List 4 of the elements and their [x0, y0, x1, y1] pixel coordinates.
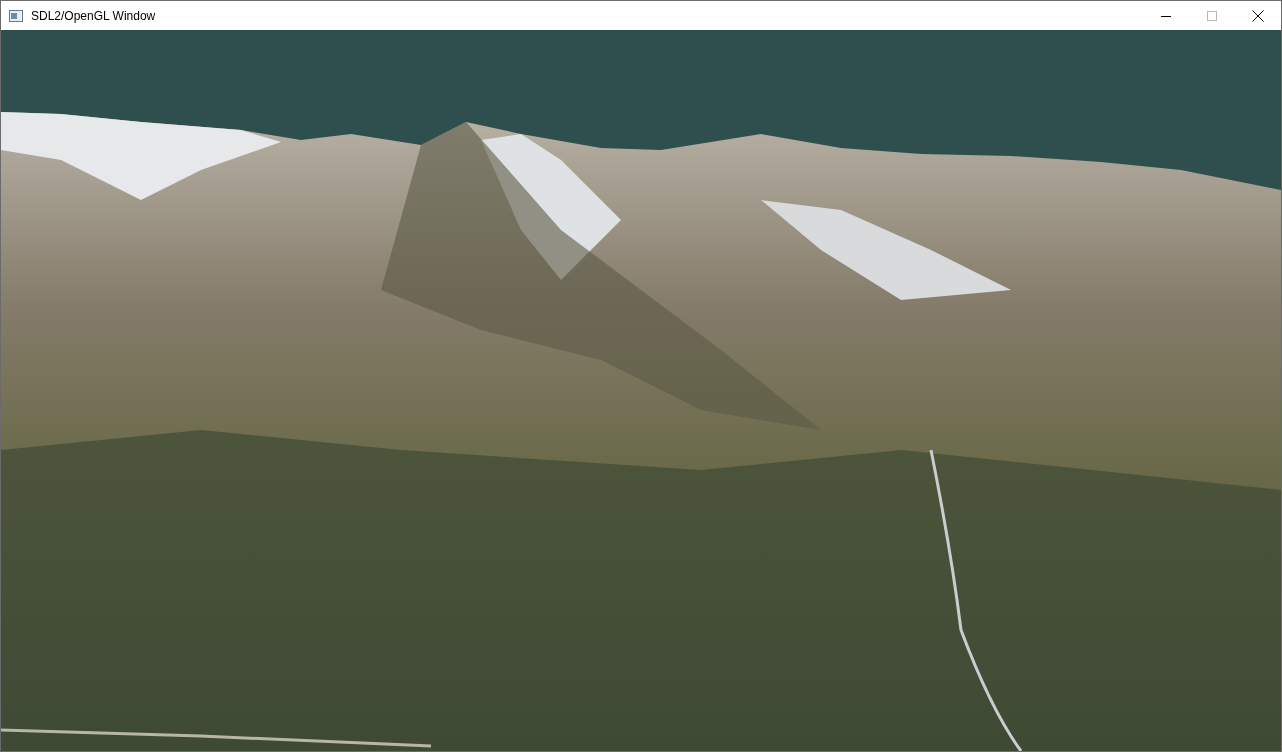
window-app-icon [9, 9, 23, 22]
close-icon [1252, 9, 1264, 22]
window-title: SDL2/OpenGL Window [31, 8, 157, 23]
maximize-icon [1207, 10, 1217, 21]
